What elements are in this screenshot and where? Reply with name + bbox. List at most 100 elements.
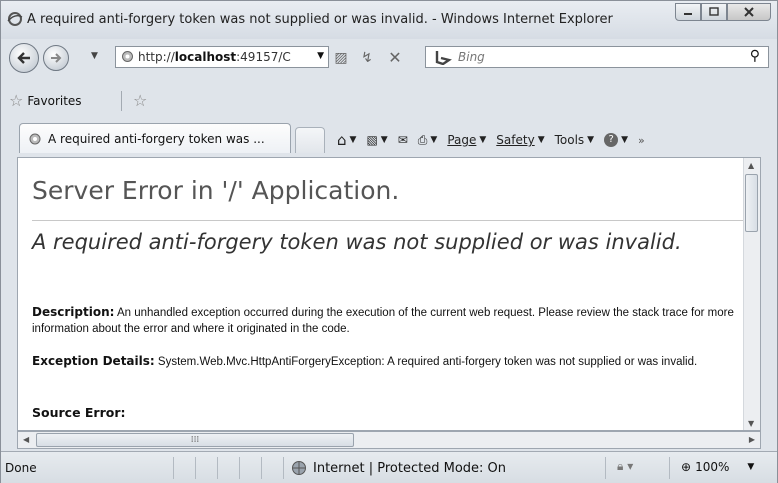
home-button[interactable]: ⌂ ▼ — [337, 131, 356, 149]
internet-explorer-icon — [7, 12, 23, 26]
exception-paragraph: Exception Details: System.Web.Mvc.HttpAn… — [32, 353, 748, 370]
back-button[interactable] — [9, 43, 39, 73]
favorites-button[interactable]: ☆ Favorites — [9, 91, 82, 110]
command-bar: ⌂ ▼ ▧ ▼ ✉ ⎙ ▼ Page ▼ Safety ▼ Tools ▼ ? ▼ » — [337, 129, 645, 151]
status-divider — [239, 457, 240, 479]
description-paragraph: Description: An unhandled exception occu… — [32, 304, 748, 337]
new-tab-button[interactable] — [295, 127, 325, 153]
vertical-scrollbar[interactable]: ▲ ▼ — [743, 158, 760, 430]
print-dropdown-icon: ▼ — [430, 135, 438, 145]
printer-icon: ⎙ — [417, 132, 428, 147]
refresh-icon[interactable]: ↯ — [359, 50, 375, 66]
feeds-button[interactable]: ▧ ▼ — [366, 133, 387, 147]
protected-mode-lock-icon[interactable]: 🔒︎ ▾ — [617, 459, 633, 474]
favorites-star-icon: ☆ — [9, 91, 24, 110]
zoom-control[interactable]: ⊕ 100% ▼ — [681, 460, 754, 474]
scroll-right-icon[interactable]: ▶ — [749, 435, 755, 444]
help-icon: ? — [604, 133, 619, 147]
exception-label: Exception Details: — [32, 354, 155, 368]
status-divider — [283, 457, 284, 479]
exception-text: System.Web.Mvc.HttpAntiForgeryException:… — [157, 356, 698, 368]
status-divider — [195, 457, 196, 479]
tab-label: A required anti-forgery token was ... — [48, 131, 265, 146]
page-menu[interactable]: Page ▼ — [447, 133, 486, 147]
search-placeholder: Bing — [458, 50, 485, 64]
window-title: A required anti-forgery token was not su… — [27, 12, 613, 27]
address-row: ▼ http://localhost:49157/C ▼ ▨ ↯ ✕ Bing … — [1, 41, 777, 75]
favorites-divider — [121, 91, 122, 111]
recent-pages-dropdown-icon[interactable]: ▼ — [91, 51, 98, 61]
scroll-down-icon[interactable]: ▼ — [748, 419, 754, 428]
title-divider — [32, 220, 748, 221]
help-menu[interactable]: ? ▼ — [604, 133, 628, 147]
favorites-bar: ☆ Favorites ☆ — [1, 85, 777, 117]
scroll-left-icon[interactable]: ◀ — [23, 435, 29, 444]
address-url: http://localhost:49157/C — [138, 50, 291, 64]
add-to-favorites-bar-icon[interactable]: ☆ — [133, 91, 147, 110]
page-menu-label: Page — [447, 133, 477, 147]
safety-dropdown-icon: ▼ — [537, 135, 545, 145]
page-gear-icon — [122, 51, 133, 62]
bing-logo-icon — [435, 51, 452, 65]
tab-page-gear-icon — [29, 133, 41, 144]
safety-menu[interactable]: Safety ▼ — [496, 133, 544, 147]
print-button[interactable]: ⎙ ▼ — [418, 133, 438, 148]
security-zone-label: Internet | Protected Mode: On — [313, 460, 507, 476]
maximize-icon — [709, 7, 719, 16]
status-divider — [261, 457, 262, 479]
security-zone[interactable]: Internet | Protected Mode: On — [291, 460, 506, 476]
search-icon[interactable]: ⚲ — [750, 48, 760, 64]
scroll-up-icon[interactable]: ▲ — [748, 161, 754, 170]
close-window-button[interactable] — [727, 3, 771, 21]
status-divider — [217, 457, 218, 479]
chevron-more-icon[interactable]: » — [638, 134, 645, 147]
globe-icon — [292, 461, 306, 475]
zoom-magnifier-icon: ⊕ — [681, 460, 692, 474]
home-dropdown-icon: ▼ — [349, 135, 357, 145]
close-icon — [744, 7, 754, 17]
address-dropdown-icon[interactable]: ▼ — [317, 51, 324, 61]
minimize-button[interactable] — [675, 3, 701, 21]
rss-feed-icon: ▧ — [366, 133, 378, 147]
browser-window: A required anti-forgery token was not su… — [0, 0, 778, 483]
error-heading: A required anti-forgery token was not su… — [32, 230, 682, 254]
description-label: Description: — [32, 305, 115, 319]
page-content: Server Error in '/' Application. A requi… — [17, 157, 761, 431]
title-bar: A required anti-forgery token was not su… — [1, 1, 777, 39]
horizontal-scrollbar[interactable]: ◀ ⁞⁞⁞ ▶ — [17, 431, 761, 449]
status-bar: Done Internet | Protected Mode: On 🔒︎ ▾ … — [1, 451, 777, 483]
vertical-scroll-thumb[interactable] — [745, 174, 758, 232]
safety-menu-label: Safety — [496, 133, 535, 147]
forward-arrow-icon — [51, 53, 62, 63]
status-divider — [669, 457, 670, 479]
status-divider — [173, 457, 174, 479]
maximize-button[interactable] — [701, 3, 727, 21]
stop-icon[interactable]: ✕ — [387, 50, 403, 66]
zoom-dropdown-icon: ▼ — [747, 462, 755, 472]
home-icon: ⌂ — [337, 131, 347, 149]
help-dropdown-icon: ▼ — [621, 135, 629, 145]
feeds-dropdown-icon: ▼ — [380, 135, 388, 145]
status-text: Done — [5, 461, 37, 475]
source-error-label: Source Error: — [32, 405, 126, 420]
compatibility-view-icon[interactable]: ▨ — [333, 50, 349, 66]
tools-dropdown-icon: ▼ — [587, 135, 595, 145]
zoom-level: 100% — [695, 460, 730, 474]
minimize-icon — [684, 13, 692, 15]
mail-icon: ✉ — [397, 133, 408, 147]
forward-button[interactable] — [43, 45, 69, 71]
read-mail-button[interactable]: ✉ — [398, 133, 408, 147]
back-arrow-icon — [17, 52, 30, 64]
page-title: Server Error in '/' Application. — [32, 176, 400, 205]
tab-row: A required anti-forgery token was ... ⌂ ▼… — [1, 119, 777, 155]
favorites-label: Favorites — [27, 93, 82, 108]
description-text: An unhandled exception occurred during t… — [32, 307, 734, 335]
address-bar[interactable]: http://localhost:49157/C ▼ — [115, 46, 329, 68]
tools-menu[interactable]: Tools ▼ — [555, 133, 594, 147]
horizontal-scroll-thumb[interactable]: ⁞⁞⁞ — [36, 433, 354, 447]
page-dropdown-icon: ▼ — [479, 135, 487, 145]
tools-menu-label: Tools — [554, 133, 585, 147]
search-box[interactable]: Bing ⚲ — [425, 46, 769, 68]
status-divider — [605, 457, 606, 479]
tab-current[interactable]: A required anti-forgery token was ... — [19, 123, 291, 153]
